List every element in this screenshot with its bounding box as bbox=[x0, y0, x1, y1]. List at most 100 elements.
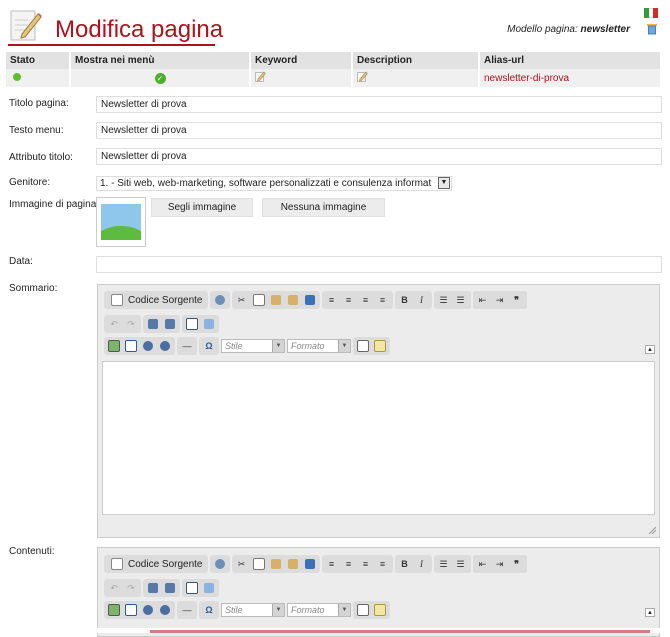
find-icon[interactable] bbox=[145, 580, 161, 596]
resize-handle-icon[interactable] bbox=[648, 526, 656, 534]
paste-text-icon[interactable] bbox=[285, 292, 301, 308]
redo-icon[interactable]: ↷ bbox=[123, 580, 139, 596]
italic-icon[interactable]: I bbox=[414, 556, 430, 572]
align-left-icon[interactable]: ≡ bbox=[324, 292, 340, 308]
trash-icon[interactable] bbox=[646, 23, 658, 35]
select-all-icon[interactable] bbox=[184, 580, 200, 596]
genitore-select[interactable]: 1. - Siti web, web-marketing, software p… bbox=[96, 176, 452, 191]
chevron-down-icon: ▼ bbox=[338, 604, 350, 616]
table-icon[interactable] bbox=[123, 602, 139, 618]
description-cell bbox=[352, 69, 480, 87]
align-right-icon[interactable]: ≡ bbox=[358, 292, 374, 308]
numbered-list-icon[interactable]: ☰ bbox=[436, 556, 452, 572]
format-combo[interactable]: Formato ▼ bbox=[287, 339, 351, 353]
status-table: Stato Mostra nei menù Keyword Descriptio… bbox=[6, 52, 662, 87]
outdent-icon[interactable]: ⇤ bbox=[475, 556, 491, 572]
format-combo[interactable]: Formato ▼ bbox=[287, 603, 351, 617]
copy-icon[interactable] bbox=[251, 292, 267, 308]
bullet-list-icon[interactable]: ☰ bbox=[453, 556, 469, 572]
align-right-icon[interactable]: ≡ bbox=[358, 556, 374, 572]
preview-icon[interactable] bbox=[355, 338, 371, 354]
checkmark-icon[interactable]: ✓ bbox=[154, 72, 166, 84]
blockquote-icon[interactable]: ❞ bbox=[509, 292, 525, 308]
template-icon[interactable] bbox=[372, 338, 388, 354]
align-center-icon[interactable]: ≡ bbox=[341, 292, 357, 308]
template-icon[interactable] bbox=[372, 602, 388, 618]
sommario-content-area[interactable] bbox=[102, 361, 655, 515]
align-justify-icon[interactable]: ≡ bbox=[375, 292, 391, 308]
data-field[interactable] bbox=[96, 256, 662, 273]
replace-icon[interactable] bbox=[162, 580, 178, 596]
flash-icon[interactable] bbox=[140, 338, 156, 354]
special-char-icon[interactable]: Ω bbox=[201, 602, 217, 618]
paste-word-icon[interactable] bbox=[302, 556, 318, 572]
cut-icon[interactable]: ✂ bbox=[234, 292, 250, 308]
col-stato: Stato bbox=[6, 52, 71, 69]
italian-flag-icon[interactable] bbox=[644, 8, 659, 18]
paste-text-icon[interactable] bbox=[285, 556, 301, 572]
horizontal-rule-icon[interactable]: — bbox=[179, 602, 195, 618]
model-label: Modello pagina: bbox=[507, 24, 578, 35]
globe-icon[interactable] bbox=[212, 556, 228, 572]
remove-format-icon[interactable] bbox=[201, 580, 217, 596]
align-left-icon[interactable]: ≡ bbox=[324, 556, 340, 572]
remove-format-icon[interactable] bbox=[201, 316, 217, 332]
choose-image-button[interactable]: Segli immagine bbox=[151, 198, 253, 217]
select-all-icon[interactable] bbox=[184, 316, 200, 332]
collapse-toolbar-icon[interactable]: ▲ bbox=[645, 345, 655, 354]
table-icon[interactable] bbox=[123, 338, 139, 354]
image-icon[interactable] bbox=[106, 338, 122, 354]
globe-icon[interactable] bbox=[212, 292, 228, 308]
sommario-label: Sommario: bbox=[9, 283, 58, 294]
blockquote-icon[interactable]: ❞ bbox=[509, 556, 525, 572]
redo-icon[interactable]: ↷ bbox=[123, 316, 139, 332]
bold-icon[interactable]: B bbox=[397, 292, 413, 308]
page-title: Modifica pagina bbox=[55, 16, 224, 43]
find-icon[interactable] bbox=[145, 316, 161, 332]
no-image-button[interactable]: Nessuna immagine bbox=[262, 198, 385, 217]
style-combo[interactable]: Stile ▼ bbox=[221, 603, 285, 617]
bold-icon[interactable]: B bbox=[397, 556, 413, 572]
indent-icon[interactable]: ⇥ bbox=[492, 292, 508, 308]
image-icon[interactable] bbox=[106, 602, 122, 618]
copy-icon[interactable] bbox=[251, 556, 267, 572]
indent-icon[interactable]: ⇥ bbox=[492, 556, 508, 572]
page-image-thumbnail[interactable] bbox=[96, 197, 146, 247]
media-icon[interactable] bbox=[157, 338, 173, 354]
titolo-field[interactable]: Newsletter di prova bbox=[96, 96, 662, 113]
flash-icon[interactable] bbox=[140, 602, 156, 618]
source-code-button[interactable]: Codice Sorgente bbox=[106, 292, 206, 308]
italic-icon[interactable]: I bbox=[414, 292, 430, 308]
special-char-icon[interactable]: Ω bbox=[201, 338, 217, 354]
col-mostra-menu: Mostra nei menù bbox=[70, 52, 251, 69]
align-justify-icon[interactable]: ≡ bbox=[375, 556, 391, 572]
align-center-icon[interactable]: ≡ bbox=[341, 556, 357, 572]
editor2-toolbar-row-3: — Ω Stile ▼ Formato ▼ bbox=[104, 601, 390, 619]
replace-icon[interactable] bbox=[162, 316, 178, 332]
testo-menu-field[interactable]: Newsletter di prova bbox=[96, 122, 662, 139]
chevron-down-icon[interactable]: ▼ bbox=[438, 177, 450, 189]
paste-word-icon[interactable] bbox=[302, 292, 318, 308]
media-icon[interactable] bbox=[157, 602, 173, 618]
outdent-icon[interactable]: ⇤ bbox=[475, 292, 491, 308]
undo-icon[interactable]: ↶ bbox=[106, 316, 122, 332]
cut-icon[interactable]: ✂ bbox=[234, 556, 250, 572]
status-dot-icon[interactable] bbox=[13, 72, 21, 81]
edit-keyword-icon[interactable] bbox=[255, 71, 266, 82]
undo-icon[interactable]: ↶ bbox=[106, 580, 122, 596]
paste-icon[interactable] bbox=[268, 292, 284, 308]
data-label: Data: bbox=[9, 256, 33, 267]
source-code-button[interactable]: Codice Sorgente bbox=[106, 556, 206, 572]
preview-icon[interactable] bbox=[355, 602, 371, 618]
numbered-list-icon[interactable]: ☰ bbox=[436, 292, 452, 308]
collapse-toolbar-icon[interactable]: ▲ bbox=[645, 608, 655, 617]
alias-url-link[interactable]: newsletter-di-prova bbox=[479, 69, 662, 87]
contenuti-editor: Codice Sorgente ✂ ≡ ≡ ≡ ≡ B I ☰ ☰ ⇤ ⇥ ❞ bbox=[97, 547, 660, 637]
style-combo[interactable]: Stile ▼ bbox=[221, 339, 285, 353]
immagine-label: Immagine di pagina: bbox=[9, 199, 100, 210]
paste-icon[interactable] bbox=[268, 556, 284, 572]
attributo-titolo-field[interactable]: Newsletter di prova bbox=[96, 148, 662, 165]
bullet-list-icon[interactable]: ☰ bbox=[453, 292, 469, 308]
edit-description-icon[interactable] bbox=[357, 71, 368, 82]
horizontal-rule-icon[interactable]: — bbox=[179, 338, 195, 354]
